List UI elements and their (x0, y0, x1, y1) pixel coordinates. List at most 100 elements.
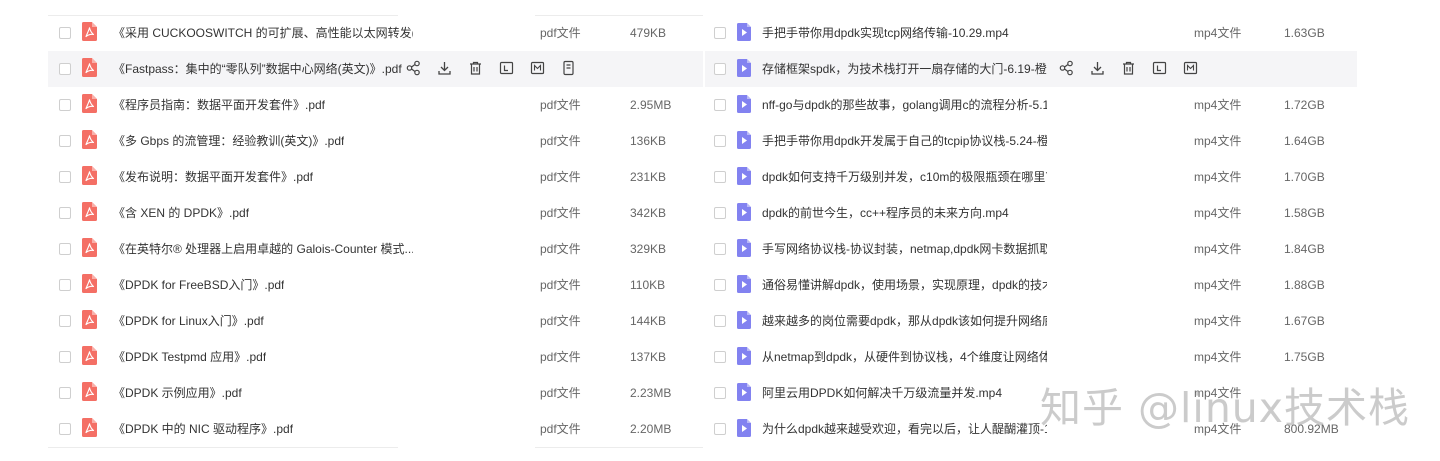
right-file-row[interactable]: dpdk的前世今生，cc++程序员的未来方向.mp4 mp4文件 1.58GB (705, 195, 1357, 231)
file-name-link[interactable]: 为什么dpdk越来越受欢迎，看完以后，让人醍醐灌顶-1.... (762, 422, 1047, 436)
file-name-link[interactable]: 越来越多的岗位需要dpdk，那从dpdk该如何提升网络底... (762, 314, 1047, 328)
row-checkbox[interactable] (714, 135, 726, 147)
left-file-row[interactable]: 《发布说明：数据平面开发套件》.pdf pdf文件 231KB (48, 159, 703, 195)
video-file-icon (737, 311, 751, 329)
right-file-row[interactable]: dpdk如何支持千万级别并发，c10m的极限瓶颈在哪里？... mp4文件 1.70… (705, 159, 1357, 195)
right-file-row[interactable]: 越来越多的岗位需要dpdk，那从dpdk该如何提升网络底... mp4文件 1.67… (705, 303, 1357, 339)
row-checkbox[interactable] (714, 207, 726, 219)
video-file-icon (737, 203, 751, 221)
row-checkbox[interactable] (59, 387, 71, 399)
file-size: 1.72GB (1284, 98, 1325, 112)
file-name-link[interactable]: 通俗易懂讲解dpdk，使用场景，实现原理，dpdk的技术... (762, 278, 1047, 292)
left-file-row[interactable]: 《DPDK for Linux入门》.pdf pdf文件 144KB (48, 303, 703, 339)
row-checkbox[interactable] (714, 315, 726, 327)
rename-icon[interactable] (1152, 60, 1167, 76)
file-name-link[interactable]: 《含 XEN 的 DPDK》.pdf (113, 206, 249, 220)
right-file-row[interactable]: 手写网络协议栈-协议封装，netmap,dpdk网卡数据抓取... mp4文件 1.… (705, 231, 1357, 267)
row-checkbox[interactable] (59, 135, 71, 147)
video-file-icon (737, 419, 751, 437)
file-name-link[interactable]: 《DPDK for FreeBSD入门》.pdf (113, 278, 284, 292)
download-icon[interactable] (1090, 60, 1105, 76)
file-name-link[interactable]: 《DPDK 示例应用》.pdf (113, 386, 242, 400)
download-icon[interactable] (437, 60, 452, 76)
row-checkbox[interactable] (59, 279, 71, 291)
file-name-link[interactable]: 《DPDK for Linux入门》.pdf (113, 314, 264, 328)
file-name-link[interactable]: 手把手带你用dpdk实现tcp网络传输-10.29.mp4 (762, 26, 1009, 40)
file-size: 1.67GB (1284, 314, 1325, 328)
share-icon[interactable] (406, 60, 421, 76)
row-checkbox[interactable] (714, 171, 726, 183)
row-checkbox[interactable] (59, 63, 71, 75)
row-checkbox[interactable] (714, 279, 726, 291)
left-file-row[interactable]: 《DPDK 中的 NIC 驱动程序》.pdf pdf文件 2.20MB (48, 411, 703, 447)
video-file-icon (737, 275, 751, 293)
row-checkbox[interactable] (714, 351, 726, 363)
delete-icon[interactable] (468, 60, 483, 76)
file-name-link[interactable]: nff-go与dpdk的那些故事，golang调用c的流程分析-5.1... (762, 98, 1047, 112)
pdf-file-icon (82, 238, 97, 257)
left-file-row[interactable]: 《在英特尔® 处理器上启用卓越的 Galois-Counter 模式... pdf… (48, 231, 703, 267)
row-checkbox[interactable] (59, 27, 71, 39)
file-type: mp4文件 (1194, 98, 1242, 112)
left-file-row[interactable]: 《DPDK Testpmd 应用》.pdf pdf文件 137KB (48, 339, 703, 375)
right-file-row[interactable]: 手把手带你用dpdk实现tcp网络传输-10.29.mp4 mp4文件 1.63GB (705, 15, 1357, 51)
rename-icon[interactable] (499, 60, 514, 76)
file-name-link[interactable]: 《多 Gbps 的流管理：经验教训(英文)》.pdf (113, 134, 344, 148)
right-file-row[interactable]: 手把手带你用dpdk开发属于自己的tcpip协议栈-5.24-橙... mp4文件… (705, 123, 1357, 159)
file-name-link[interactable]: 《发布说明：数据平面开发套件》.pdf (113, 170, 313, 184)
file-type: pdf文件 (540, 206, 581, 220)
file-name-link[interactable]: 《在英特尔® 处理器上启用卓越的 Galois-Counter 模式... (113, 242, 413, 256)
file-name-link[interactable]: 阿里云用DPDK如何解决千万级流量并发.mp4 (762, 386, 1002, 400)
file-type: pdf文件 (540, 422, 581, 436)
left-file-row[interactable]: 《多 Gbps 的流管理：经验教训(英文)》.pdf pdf文件 136KB (48, 123, 703, 159)
right-file-row[interactable]: 从netmap到dpdk，从硬件到协议栈，4个维度让网络体... mp4文件 1.7… (705, 339, 1357, 375)
row-checkbox[interactable] (714, 423, 726, 435)
right-file-row[interactable]: 存储框架spdk，为技术栈打开一扇存储的大门-6.19-橙子... (705, 51, 1357, 87)
copy-icon[interactable] (1183, 60, 1198, 76)
row-checkbox[interactable] (59, 423, 71, 435)
pdf-file-icon (82, 310, 97, 329)
file-size: 1.84GB (1284, 242, 1325, 256)
left-file-row[interactable]: 《含 XEN 的 DPDK》.pdf pdf文件 342KB (48, 195, 703, 231)
file-name-link[interactable]: 《Fastpass：集中的“零队列”数据中心网络(英文)》.pdf (113, 62, 402, 76)
left-file-row[interactable]: 《采用 CUCKOOSWITCH 的可扩展、高性能以太网转发(... pdf文件 4… (48, 15, 703, 51)
video-file-icon (737, 59, 751, 77)
file-name-link[interactable]: 《DPDK Testpmd 应用》.pdf (113, 350, 266, 364)
row-checkbox[interactable] (714, 27, 726, 39)
row-checkbox[interactable] (714, 243, 726, 255)
right-file-row[interactable]: nff-go与dpdk的那些故事，golang调用c的流程分析-5.1... mp… (705, 87, 1357, 123)
file-size: 1.64GB (1284, 134, 1325, 148)
left-file-row[interactable]: 《DPDK 示例应用》.pdf pdf文件 2.23MB (48, 375, 703, 411)
file-name-link[interactable]: dpdk的前世今生，cc++程序员的未来方向.mp4 (762, 206, 1009, 220)
file-name-link[interactable]: 《采用 CUCKOOSWITCH 的可扩展、高性能以太网转发(... (113, 26, 413, 40)
row-checkbox[interactable] (714, 63, 726, 75)
pdf-file-icon (82, 58, 97, 77)
row-checkbox[interactable] (714, 99, 726, 111)
file-name-link[interactable]: dpdk如何支持千万级别并发，c10m的极限瓶颈在哪里？... (762, 170, 1047, 184)
left-file-row[interactable]: 《DPDK for FreeBSD入门》.pdf pdf文件 110KB (48, 267, 703, 303)
copy-icon[interactable] (530, 60, 545, 76)
row-checkbox[interactable] (59, 99, 71, 111)
file-size: 2.20MB (630, 422, 672, 436)
row-checkbox[interactable] (59, 351, 71, 363)
delete-icon[interactable] (1121, 60, 1136, 76)
row-checkbox[interactable] (714, 387, 726, 399)
right-file-row[interactable]: 通俗易懂讲解dpdk，使用场景，实现原理，dpdk的技术... mp4文件 1.88… (705, 267, 1357, 303)
row-checkbox[interactable] (59, 243, 71, 255)
row-checkbox[interactable] (59, 207, 71, 219)
file-name-link[interactable]: 手把手带你用dpdk开发属于自己的tcpip协议栈-5.24-橙... (762, 134, 1047, 148)
file-name-link[interactable]: 存储框架spdk，为技术栈打开一扇存储的大门-6.19-橙子... (762, 62, 1047, 76)
row-action-bar (406, 60, 592, 76)
file-type: pdf文件 (540, 278, 581, 292)
file-name-link[interactable]: 《程序员指南：数据平面开发套件》.pdf (113, 98, 325, 112)
file-name-link[interactable]: 手写网络协议栈-协议封装，netmap,dpdk网卡数据抓取... (762, 242, 1047, 256)
file-name-link[interactable]: 从netmap到dpdk，从硬件到协议栈，4个维度让网络体... (762, 350, 1047, 364)
share-icon[interactable] (1059, 60, 1074, 76)
left-file-row[interactable]: 《Fastpass：集中的“零队列”数据中心网络(英文)》.pdf (48, 51, 703, 87)
row-checkbox[interactable] (59, 315, 71, 327)
left-file-row[interactable]: 《程序员指南：数据平面开发套件》.pdf pdf文件 2.95MB (48, 87, 703, 123)
more-icon[interactable] (561, 60, 576, 76)
file-size: 231KB (630, 170, 667, 184)
row-checkbox[interactable] (59, 171, 71, 183)
file-name-link[interactable]: 《DPDK 中的 NIC 驱动程序》.pdf (113, 422, 293, 436)
